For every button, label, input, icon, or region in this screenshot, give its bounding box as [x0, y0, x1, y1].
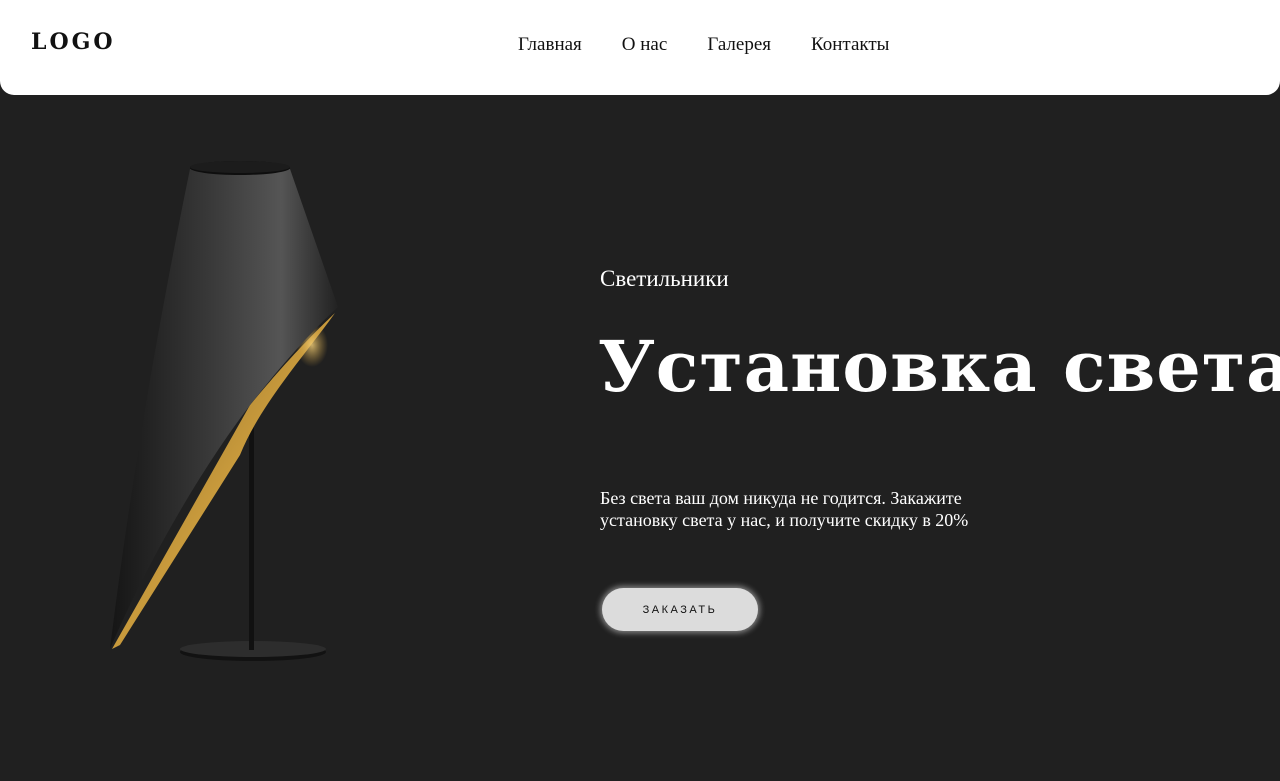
- nav-item-gallery[interactable]: Галерея: [707, 34, 771, 56]
- section-eyebrow: Светильники: [600, 266, 729, 291]
- order-button[interactable]: ЗАКАЗАТЬ: [602, 588, 758, 631]
- hero-title: Установка света: [598, 325, 1280, 408]
- table-lamp-image: [110, 161, 338, 661]
- site-header: LOGO Главная О нас Галерея Контакты: [0, 0, 1280, 95]
- nav-item-about[interactable]: О нас: [622, 34, 668, 56]
- page: LOGO Главная О нас Галерея Контакты Свет…: [0, 0, 1280, 781]
- nav-item-home[interactable]: Главная: [518, 34, 582, 56]
- hero-description: Без света ваш дом никуда не годится. Зак…: [600, 488, 969, 530]
- nav-item-contacts[interactable]: Контакты: [811, 34, 889, 56]
- logo[interactable]: LOGO: [31, 29, 116, 55]
- main-nav: Главная О нас Галерея Контакты: [518, 34, 889, 56]
